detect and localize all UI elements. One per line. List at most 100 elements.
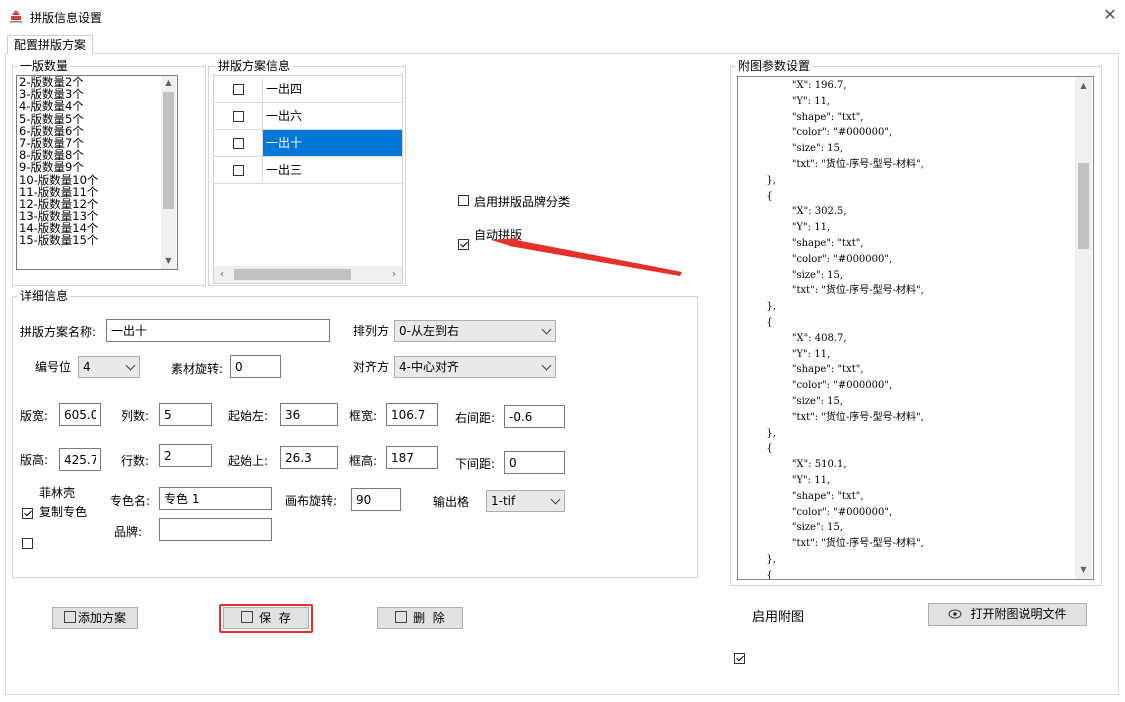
add-scheme-button[interactable]: 添加方案 bbox=[52, 607, 138, 629]
right-gap-input[interactable] bbox=[504, 405, 565, 428]
code-line: "shape": "txt", bbox=[741, 364, 864, 376]
scheme-grid[interactable]: 一出四 一出六 一出十 一出三 ‹ › bbox=[213, 75, 403, 284]
hscroll-thumb[interactable] bbox=[234, 269, 351, 280]
row-checkbox[interactable] bbox=[232, 110, 244, 122]
width-input[interactable] bbox=[59, 403, 101, 426]
frame-h-input[interactable] bbox=[386, 446, 438, 469]
delete-button[interactable]: 删 除 bbox=[377, 607, 463, 629]
save-highlight-frame bbox=[219, 604, 313, 633]
bottom-gap-label: 下间距: bbox=[455, 457, 496, 471]
table-row[interactable]: 一出四 bbox=[214, 76, 402, 103]
brand-category-checkbox[interactable] bbox=[458, 195, 469, 206]
row-check-cell[interactable] bbox=[214, 157, 263, 183]
arrange-select[interactable]: 0-从左到右 bbox=[394, 320, 556, 342]
code-line: "X": 510.1, bbox=[741, 459, 847, 471]
count-scrollbar[interactable]: ▲ ▼ bbox=[161, 76, 176, 269]
row-check-cell[interactable] bbox=[214, 103, 263, 129]
row-name-cell[interactable]: 一出十 bbox=[263, 130, 402, 156]
rotate-input[interactable] bbox=[230, 355, 281, 378]
start-top-input[interactable] bbox=[280, 446, 338, 469]
title-bar bbox=[0, 0, 1125, 32]
code-line: "size": 15, bbox=[741, 269, 844, 281]
code-line: "shape": "txt", bbox=[741, 111, 864, 123]
code-line: "size": 15, bbox=[741, 395, 844, 407]
count-listbox[interactable]: 2-版数量2个 3-版数量3个 4-版数量4个 5-版数量5个 6-版数量6个 7-版数量… bbox=[16, 75, 178, 270]
canvas-rotate-input[interactable] bbox=[351, 488, 401, 511]
scheme-name-input[interactable] bbox=[106, 319, 330, 342]
scheme-hscrollbar[interactable]: ‹ › bbox=[214, 266, 402, 283]
annotation-arrow-icon bbox=[491, 238, 682, 276]
brand-input[interactable] bbox=[159, 518, 272, 541]
scroll-down-icon[interactable]: ▼ bbox=[1075, 565, 1092, 574]
scroll-right-icon[interactable]: › bbox=[389, 269, 399, 280]
code-line: "Y": 11, bbox=[741, 348, 831, 360]
chevron-down-icon bbox=[125, 360, 136, 371]
open-doc-button[interactable]: 打开附图说明文件 bbox=[928, 603, 1087, 626]
code-line: { bbox=[741, 569, 773, 580]
start-left-input[interactable] bbox=[280, 403, 338, 426]
app-icon bbox=[10, 10, 22, 23]
row-checkbox[interactable] bbox=[232, 137, 244, 149]
row-name-cell[interactable]: 一出四 bbox=[263, 76, 402, 102]
table-row[interactable]: 一出六 bbox=[214, 103, 402, 130]
rows-input[interactable] bbox=[159, 444, 212, 467]
close-icon[interactable]: ✕ bbox=[1100, 4, 1120, 26]
row-name-cell[interactable]: 一出三 bbox=[263, 157, 402, 183]
list-item[interactable]: 10-版数量10个 bbox=[17, 173, 161, 186]
scroll-thumb[interactable] bbox=[163, 92, 174, 209]
code-line: { bbox=[741, 316, 773, 328]
output-select[interactable]: 1-tif bbox=[486, 490, 565, 512]
felin-checkbox[interactable] bbox=[22, 508, 33, 519]
tab-config-scheme[interactable]: 配置拼版方案 bbox=[7, 35, 94, 54]
code-line: "size": 15, bbox=[741, 143, 844, 155]
row-checkbox[interactable] bbox=[232, 164, 244, 176]
frame-w-label: 框宽: bbox=[349, 409, 378, 423]
frame-w-input[interactable] bbox=[386, 403, 438, 426]
chevron-down-icon bbox=[541, 360, 552, 371]
attach-params-textarea[interactable]: "X": 196.7, "Y": 11, "shape": "txt", "co… bbox=[737, 76, 1094, 580]
row-checkbox[interactable] bbox=[232, 83, 244, 95]
code-line: "X": 196.7, bbox=[741, 80, 847, 91]
scheme-name-label: 拼版方案名称: bbox=[20, 325, 97, 339]
scroll-left-icon[interactable]: ‹ bbox=[217, 269, 227, 280]
code-line: }, bbox=[741, 553, 776, 565]
height-label: 版高: bbox=[20, 453, 49, 467]
spot-name-input[interactable] bbox=[159, 487, 272, 510]
copy-spot-label: 复制专色 bbox=[39, 505, 88, 519]
output-value: 1-tif bbox=[491, 494, 516, 508]
code-line: "X": 302.5, bbox=[741, 206, 847, 218]
bottom-gap-input[interactable] bbox=[504, 451, 565, 474]
cols-input[interactable] bbox=[159, 403, 212, 426]
chevron-down-icon bbox=[550, 494, 561, 505]
list-item[interactable]: 5-版数量5个 bbox=[17, 112, 161, 125]
align-value: 4-中心对齐 bbox=[399, 360, 459, 374]
scroll-down-icon[interactable]: ▼ bbox=[161, 256, 176, 265]
number-pos-label: 编号位 bbox=[35, 360, 72, 374]
list-item[interactable]: 15-版数量15个 bbox=[17, 234, 161, 246]
scroll-up-icon[interactable]: ▲ bbox=[161, 78, 176, 87]
rotate-label: 素材旋转: bbox=[171, 362, 224, 376]
align-select[interactable]: 4-中心对齐 bbox=[394, 356, 556, 378]
code-line: "color": "#000000", bbox=[741, 506, 893, 518]
canvas-rotate-label: 画布旋转: bbox=[285, 494, 338, 508]
row-name-cell[interactable]: 一出六 bbox=[263, 103, 402, 129]
list-item[interactable]: 9-版数量9个 bbox=[17, 161, 161, 173]
table-row[interactable]: 一出十 bbox=[214, 130, 402, 157]
number-pos-select[interactable]: 4 bbox=[78, 356, 140, 378]
eye-icon bbox=[948, 609, 962, 619]
table-row[interactable]: 一出三 bbox=[214, 157, 402, 184]
code-line: "Y": 11, bbox=[741, 474, 831, 486]
enable-attach-checkbox[interactable] bbox=[734, 653, 745, 664]
width-label: 版宽: bbox=[20, 409, 49, 423]
auto-layout-checkbox[interactable] bbox=[458, 239, 469, 250]
copy-spot-checkbox[interactable] bbox=[22, 538, 33, 549]
code-line: "color": "#000000", bbox=[741, 127, 893, 139]
row-check-cell[interactable] bbox=[214, 76, 263, 102]
height-input[interactable] bbox=[59, 448, 101, 471]
row-check-cell[interactable] bbox=[214, 130, 263, 156]
list-item[interactable]: 4-版数量4个 bbox=[17, 100, 161, 112]
scroll-thumb[interactable] bbox=[1078, 163, 1089, 249]
scroll-up-icon[interactable]: ▲ bbox=[1075, 81, 1092, 90]
frame-h-label: 框高: bbox=[349, 454, 378, 468]
attach-scrollbar[interactable]: ▲ ▼ bbox=[1075, 77, 1092, 579]
